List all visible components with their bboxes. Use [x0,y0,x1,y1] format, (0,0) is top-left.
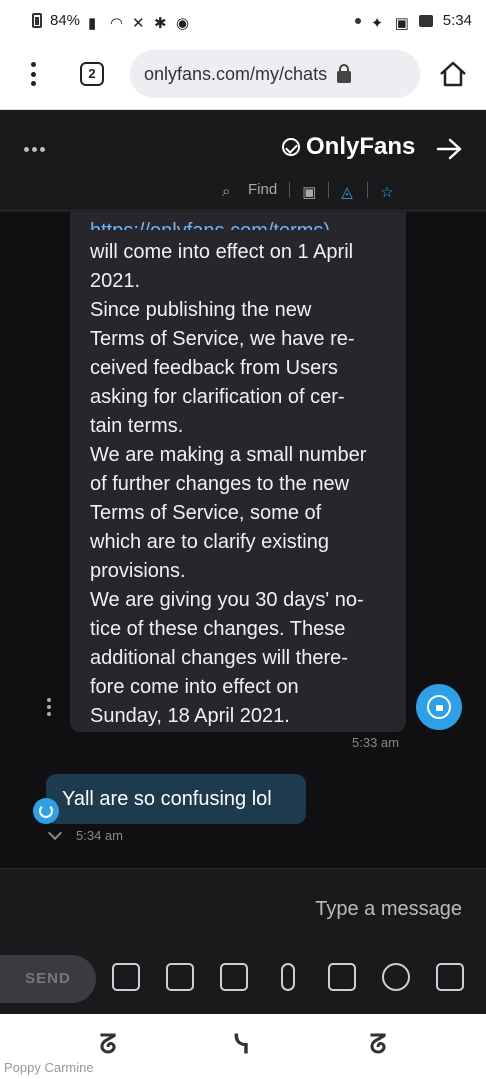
notification-dot-icon [354,17,361,24]
back-arrow-icon[interactable] [436,137,462,161]
chat-toolbar: ⌕ Find ▣ ◬ ☆ [222,181,394,201]
message-composer: SEND [0,868,486,1014]
video-icon[interactable] [328,963,356,991]
browser-menu-icon[interactable] [30,62,36,86]
verified-icon [282,138,300,156]
accessibility-icon: ✦ [370,14,384,32]
message-icon [418,14,433,27]
battery-level: 84% [50,12,81,29]
more-options-icon[interactable] [24,147,45,152]
status-right: ✦ ▣ 5:34 [354,12,472,32]
gallery-icon: ▣ [394,14,409,32]
watermark: Poppy Carmine [4,1060,94,1075]
calendar-icon[interactable] [166,963,194,991]
nav-recents-icon[interactable]: ᘔ [362,1031,394,1057]
status-time: 5:34 [442,12,472,29]
image-icon[interactable]: ▣ [302,183,316,201]
tip-dollar-icon[interactable] [382,963,410,991]
divider [328,181,330,198]
terms-link[interactable]: https://onlyfans.com/terms) [90,218,390,230]
chat-messages[interactable]: https://onlyfans.com/terms) will come in… [0,212,486,868]
battery-icon [32,13,42,28]
star-icon[interactable]: ☆ [380,183,394,201]
address-bar[interactable]: onlyfans.com/my/chats [130,50,420,98]
nav-home-icon[interactable]: ᓭ [226,1031,258,1057]
incoming-message-text: will come into effect on 1 April 2021. S… [90,241,367,727]
wifi-icon: ◠ [110,14,124,32]
bluetooth-icon: ✱ [154,14,167,32]
price-tag-icon[interactable] [112,963,140,991]
find-label[interactable]: Find [248,181,277,198]
message-input[interactable] [0,889,486,929]
refresh-icon [39,804,53,818]
lock-icon [337,63,352,83]
vault-icon[interactable] [220,963,248,991]
chat-header: OnlyFans ⌕ Find ▣ ◬ ☆ [0,111,486,211]
browser-toolbar: 2 onlyfans.com/my/chats [0,40,486,110]
divider [367,181,369,198]
outgoing-message: Yall are so confusing lol [46,774,306,824]
resend-button[interactable] [33,798,59,824]
send-button[interactable]: SEND [0,955,96,1003]
url-text: onlyfans.com/my/chats [144,63,328,84]
system-nav-bar: ᘔ ᓭ ᘔ Poppy Carmine [0,1014,486,1079]
alarm-icon: ◉ [176,14,190,32]
media-icon[interactable] [436,963,464,991]
chat-title: OnlyFans [282,133,415,161]
home-icon[interactable] [438,60,468,88]
divider [289,181,291,198]
nav-back-icon[interactable]: ᘔ [92,1031,124,1057]
incoming-message: https://onlyfans.com/terms) will come in… [70,212,406,732]
status-bar: 84% ▮ ◠ ✕ ✱ ◉ ✦ ▣ 5:34 [0,0,486,40]
mute-icon: ✕ [132,14,145,32]
tab-switcher-button[interactable]: 2 [80,62,104,86]
microphone-icon[interactable] [281,963,295,991]
bell-icon[interactable]: ◬ [341,183,355,201]
signal-icon: ▮ [88,14,97,32]
read-check-icon [47,825,63,841]
unlock-icon [427,695,451,719]
status-left: 84% ▮ ◠ ✕ ✱ ◉ [32,12,190,32]
incoming-timestamp: 5:33 am [352,735,399,750]
message-menu-icon[interactable] [47,698,51,716]
outgoing-timestamp: 5:34 am [76,828,123,843]
unlock-button[interactable] [416,684,462,730]
search-icon[interactable]: ⌕ [222,183,236,200]
